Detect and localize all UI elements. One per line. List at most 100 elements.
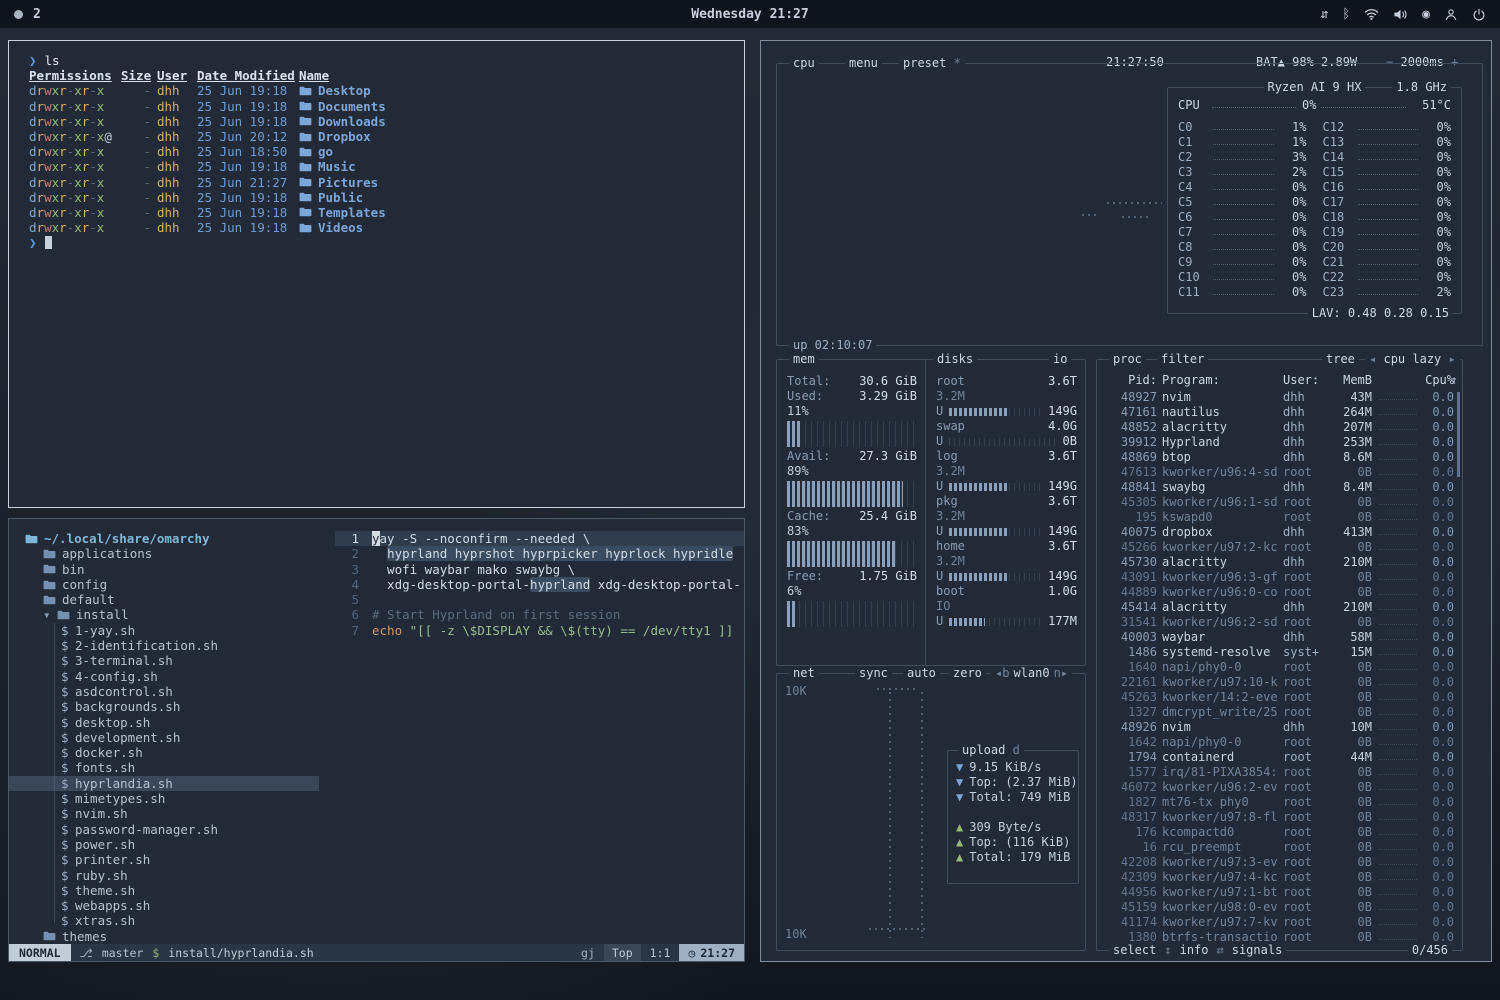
filter-button[interactable]: filter bbox=[1157, 352, 1208, 367]
scroll-up-icon[interactable]: ↑ bbox=[1451, 373, 1458, 388]
process-row[interactable]: 46072kworker/u96:2-evroot0B0.0 bbox=[1097, 780, 1462, 795]
tree-file[interactable]: $xtras.sh bbox=[9, 913, 335, 928]
process-row[interactable]: 1827mt76-tx phy0root0B0.0 bbox=[1097, 795, 1462, 810]
cpu-panel: cpu menu preset * Ryzen AI 9 HX 1.8 GHz … bbox=[776, 63, 1483, 346]
process-row[interactable]: 1486systemd-resolvesyst+15M0.0 bbox=[1097, 645, 1462, 660]
process-row[interactable]: 1794containerdroot44M0.0 bbox=[1097, 750, 1462, 765]
preset-button[interactable]: preset * bbox=[899, 56, 965, 71]
tree-file[interactable]: $docker.sh bbox=[9, 745, 335, 760]
select-hint[interactable]: select bbox=[1113, 943, 1156, 958]
tree-file[interactable]: $mimetypes.sh bbox=[9, 791, 335, 806]
tree-file[interactable]: $printer.sh bbox=[9, 852, 335, 867]
process-row[interactable]: 41174kworker/u97:7-kvroot0B0.0 bbox=[1097, 915, 1462, 930]
power-icon[interactable] bbox=[1472, 8, 1486, 21]
process-row[interactable]: 45730alacrittydhh210M0.0 bbox=[1097, 555, 1462, 570]
tree-file[interactable]: $power.sh bbox=[9, 837, 335, 852]
process-row[interactable]: 48926nvimdhh10M0.0 bbox=[1097, 720, 1462, 735]
code-line[interactable]: 4 xdg-desktop-portal-hyprland xdg-deskto… bbox=[335, 577, 744, 592]
tree-file[interactable]: $1-yay.sh bbox=[9, 623, 335, 638]
tree-folder[interactable]: applications bbox=[9, 546, 335, 561]
tree-file[interactable]: $backgrounds.sh bbox=[9, 699, 335, 714]
wifi-icon[interactable] bbox=[1364, 8, 1379, 20]
volume-icon[interactable] bbox=[1393, 8, 1408, 21]
process-row[interactable]: 42309kworker/u97:4-kcroot0B0.0 bbox=[1097, 870, 1462, 885]
tree-file[interactable]: $desktop.sh bbox=[9, 715, 335, 730]
tree-folder[interactable]: ▾install bbox=[9, 607, 335, 622]
terminal-window[interactable]: ❯ ls PermissionsSizeUserDate ModifiedNam… bbox=[8, 40, 745, 508]
process-row[interactable]: 43091kworker/u96:3-gfroot0B0.0 bbox=[1097, 570, 1462, 585]
process-scrollbar[interactable] bbox=[1457, 392, 1460, 477]
tree-file[interactable]: $4-config.sh bbox=[9, 669, 335, 684]
process-row[interactable]: 45266kworker/u97:2-kcroot0B0.0 bbox=[1097, 540, 1462, 555]
process-memory: 44M bbox=[1334, 750, 1372, 765]
tree-folder[interactable]: default bbox=[9, 592, 335, 607]
process-row[interactable]: 195kswapd0root0B0.0 bbox=[1097, 510, 1462, 525]
tree-file[interactable]: $theme.sh bbox=[9, 883, 335, 898]
tree-file[interactable]: $password-manager.sh bbox=[9, 822, 335, 837]
tree-file[interactable]: $hyprlandia.sh bbox=[9, 776, 319, 791]
process-row[interactable]: 1642napi/phy0-0root0B0.0 bbox=[1097, 735, 1462, 750]
signals-hint[interactable]: signals bbox=[1232, 943, 1283, 958]
user-icon[interactable] bbox=[1444, 8, 1458, 21]
cpu-core-row: C11% bbox=[1178, 135, 1307, 150]
cpu-box-title[interactable]: cpu bbox=[789, 56, 819, 71]
cpu-column-header: Cpu% bbox=[1424, 373, 1454, 388]
updown-arrows-icon[interactable]: ⇵ bbox=[1321, 8, 1329, 21]
code-line[interactable]: 7echo "[[ -z \$DISPLAY && \$(tty) == /de… bbox=[335, 623, 744, 638]
tree-folder[interactable]: config bbox=[9, 577, 335, 592]
code-buffer[interactable]: 1yay -S --noconfirm --needed \2 hyprland… bbox=[335, 519, 744, 944]
code-line[interactable]: 1yay -S --noconfirm --needed \ bbox=[335, 531, 744, 546]
process-row[interactable]: 40075dropboxdhh413M0.0 bbox=[1097, 525, 1462, 540]
bluetooth-icon[interactable]: ᛒ bbox=[1342, 8, 1350, 21]
process-row[interactable]: 47613kworker/u96:4-sdroot0B0.0 bbox=[1097, 465, 1462, 480]
process-row[interactable]: 176kcompactd0root0B0.0 bbox=[1097, 825, 1462, 840]
mem-box-title[interactable]: mem bbox=[789, 352, 819, 367]
process-header-row[interactable]: Pid: Program: User: MemB Cpu% bbox=[1097, 373, 1462, 388]
process-row[interactable]: 48841swaybgdhh8.4M0.0 bbox=[1097, 480, 1462, 495]
code-line[interactable]: 2 hyprland hyprshot hyprpicker hyprlock … bbox=[335, 546, 744, 561]
record-icon[interactable]: ◉ bbox=[1422, 8, 1430, 21]
process-row[interactable]: 48317kworker/u97:8-flroot0B0.0 bbox=[1097, 810, 1462, 825]
process-row[interactable]: 45263kworker/14:2-everoot0B0.0 bbox=[1097, 690, 1462, 705]
tree-file[interactable]: $2-identification.sh bbox=[9, 638, 335, 653]
process-row[interactable]: 45159kworker/u98:0-evroot0B0.0 bbox=[1097, 900, 1462, 915]
process-row[interactable]: 44889kworker/u96:0-coroot0B0.0 bbox=[1097, 585, 1462, 600]
tree-file[interactable]: $nvim.sh bbox=[9, 806, 335, 821]
tree-folder[interactable]: bin bbox=[9, 562, 335, 577]
sort-selector[interactable]: ◂ cpu lazy ▸ bbox=[1365, 352, 1460, 367]
proc-box-title[interactable]: proc bbox=[1109, 352, 1146, 367]
process-row[interactable]: 1640napi/phy0-0root0B0.0 bbox=[1097, 660, 1462, 675]
process-row[interactable]: 1577irq/81-PIXA3854:root0B0.0 bbox=[1097, 765, 1462, 780]
tree-folder[interactable]: themes bbox=[9, 929, 335, 944]
process-row[interactable]: 16rcu_preemptroot0B0.0 bbox=[1097, 840, 1462, 855]
code-line[interactable]: 3 wofi waybar mako swaybg \ bbox=[335, 562, 744, 577]
info-hint[interactable]: info bbox=[1180, 943, 1209, 958]
process-row[interactable]: 31541kworker/u96:2-sdroot0B0.0 bbox=[1097, 615, 1462, 630]
process-row[interactable]: 48927nvimdhh43M0.0 bbox=[1097, 390, 1462, 405]
btop-window[interactable]: 21:27:50 BAT▲ 98% 2.89W − 2000ms + cpu m… bbox=[760, 40, 1492, 962]
tree-file[interactable]: $3-terminal.sh bbox=[9, 653, 335, 668]
process-row[interactable]: 44956kworker/u97:1-btroot0B0.0 bbox=[1097, 885, 1462, 900]
code-line[interactable]: 5 bbox=[335, 592, 744, 607]
menu-button[interactable]: menu bbox=[845, 56, 882, 71]
process-row[interactable]: 45414alacrittydhh210M0.0 bbox=[1097, 600, 1462, 615]
workspace-indicator[interactable]: 2 bbox=[33, 7, 41, 22]
process-row[interactable]: 42208kworker/u97:3-evroot0B0.0 bbox=[1097, 855, 1462, 870]
tree-toggle-button[interactable]: tree bbox=[1322, 352, 1359, 367]
process-row[interactable]: 40003waybardhh58M0.0 bbox=[1097, 630, 1462, 645]
editor-window[interactable]: ~/.local/share/omarchyapplicationsbincon… bbox=[8, 518, 745, 962]
process-row[interactable]: 48852alacrittydhh207M0.0 bbox=[1097, 420, 1462, 435]
tree-file[interactable]: $fonts.sh bbox=[9, 760, 335, 775]
tree-root[interactable]: ~/.local/share/omarchy bbox=[9, 531, 335, 546]
tree-file[interactable]: $asdcontrol.sh bbox=[9, 684, 335, 699]
process-row[interactable]: 47161nautilusdhh264M0.0 bbox=[1097, 405, 1462, 420]
tree-file[interactable]: $ruby.sh bbox=[9, 868, 335, 883]
process-row[interactable]: 1327dmcrypt_write/25root0B0.0 bbox=[1097, 705, 1462, 720]
process-row[interactable]: 39912Hyprlanddhh253M0.0 bbox=[1097, 435, 1462, 450]
process-row[interactable]: 22161kworker/u97:10-kroot0B0.0 bbox=[1097, 675, 1462, 690]
code-line[interactable]: 6# Start Hyprland on first session bbox=[335, 607, 744, 622]
tree-file[interactable]: $development.sh bbox=[9, 730, 335, 745]
process-row[interactable]: 45305kworker/u96:1-sdroot0B0.0 bbox=[1097, 495, 1462, 510]
process-row[interactable]: 48869btopdhh8.6M0.0 bbox=[1097, 450, 1462, 465]
tree-file[interactable]: $webapps.sh bbox=[9, 898, 335, 913]
